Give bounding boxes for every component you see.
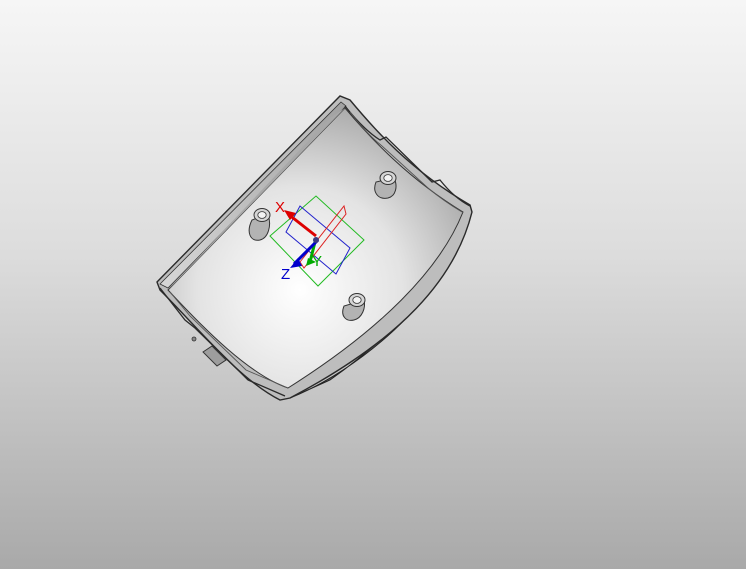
x-axis-label: X [275, 199, 285, 216]
part-small-hole [191, 336, 197, 342]
origin-point [313, 237, 319, 243]
z-axis-label: Z [281, 266, 290, 283]
y-axis-label: Y [312, 253, 322, 270]
cad-graphics-viewport[interactable]: X Y Z [0, 0, 746, 569]
